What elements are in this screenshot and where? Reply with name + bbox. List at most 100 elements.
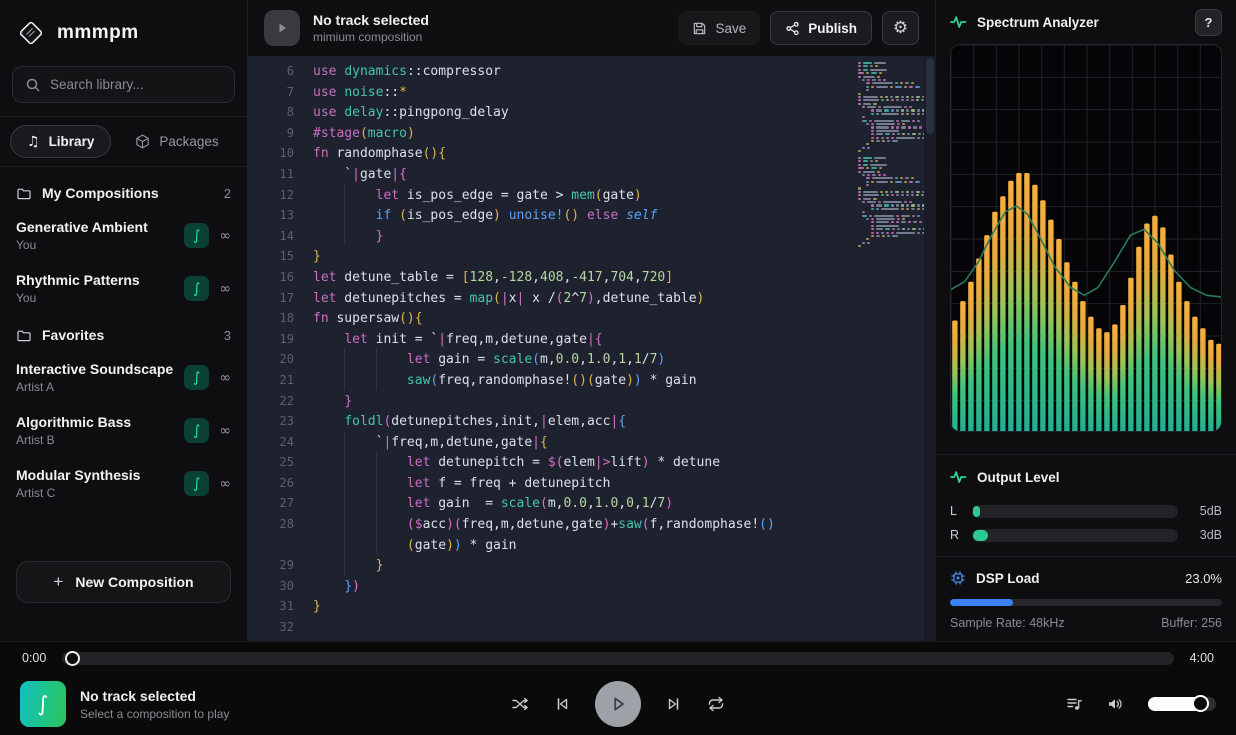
save-label: Save xyxy=(715,21,746,36)
channel-label: R xyxy=(950,528,962,542)
code-line[interactable]: 24 `|freq,m,detune,gate|{ xyxy=(248,431,935,452)
line-number: 11 xyxy=(248,164,294,185)
preview-play-button[interactable] xyxy=(264,10,300,46)
composition-item[interactable]: Algorithmic BassArtist B∫∞ xyxy=(0,404,247,457)
code-text: use noise::* xyxy=(313,85,407,100)
publish-button[interactable]: Publish xyxy=(770,11,872,45)
sample-rate-label: Sample Rate: 48kHz xyxy=(950,616,1065,630)
save-icon xyxy=(692,21,707,36)
code-line[interactable]: 28 ($acc)(freq,m,detune,gate)+saw(f,rand… xyxy=(248,513,935,534)
queue-button[interactable] xyxy=(1066,696,1083,712)
search-icon xyxy=(25,77,41,93)
tab-library[interactable]: ♫ Library xyxy=(10,125,111,158)
code-line[interactable]: 14 } xyxy=(248,225,935,246)
code-line[interactable]: 31} xyxy=(248,595,935,616)
code-line[interactable]: 13 if (is_pos_edge) unoise!() else self xyxy=(248,204,935,225)
composition-title: Generative Ambient xyxy=(16,219,184,235)
composition-item[interactable]: Interactive SoundscapeArtist A∫∞ xyxy=(0,351,247,404)
indent-guide xyxy=(376,451,377,472)
code-line[interactable]: 29 } xyxy=(248,554,935,575)
mimium-badge-icon: ∫ xyxy=(184,418,209,443)
new-composition-button[interactable]: + New Composition xyxy=(16,561,231,603)
new-composition-label: New Composition xyxy=(75,574,193,590)
next-button[interactable] xyxy=(666,696,682,712)
line-number: 8 xyxy=(248,102,294,123)
code-line[interactable]: 11 `|gate|{ xyxy=(248,163,935,184)
help-button[interactable]: ? xyxy=(1195,9,1222,36)
main-area: mmmpm ♫ Library xyxy=(0,0,1236,641)
code-line[interactable]: 19 let init = `|freq,m,detune,gate|{ xyxy=(248,328,935,349)
code-line[interactable]: 21 saw(freq,randomphase!()(gate)) * gain xyxy=(248,369,935,390)
code-text: } xyxy=(313,599,321,614)
indent-guide xyxy=(344,513,345,534)
total-time: 4:00 xyxy=(1184,651,1214,665)
composition-item[interactable]: Modular SynthesisArtist C∫∞ xyxy=(0,457,247,510)
code-line[interactable]: 8 use delay::pingpong_delay xyxy=(248,101,935,122)
section-title: Favorites xyxy=(42,327,214,343)
code-line[interactable]: 18fn supersaw(){ xyxy=(248,307,935,328)
code-line[interactable]: 10fn randomphase(){ xyxy=(248,142,935,163)
code-line[interactable]: 22 } xyxy=(248,390,935,411)
volume-knob[interactable] xyxy=(1192,695,1209,712)
indent-guide xyxy=(376,369,377,390)
buffer-label: Buffer: 256 xyxy=(1161,616,1222,630)
code-line[interactable]: 17let detunepitches = map(|x| x /(2^7),d… xyxy=(248,287,935,308)
code-line[interactable]: 25 let detunepitch = $(elem|>lift) * det… xyxy=(248,451,935,472)
search-box[interactable] xyxy=(12,66,235,103)
code-text: } xyxy=(313,249,321,264)
code-line[interactable]: 12 let is_pos_edge = gate > mem(gate) xyxy=(248,184,935,205)
settings-button[interactable]: ⚙ xyxy=(882,11,919,45)
code-text: let init = `|freq,m,detune,gate|{ xyxy=(313,332,603,347)
infinity-icon: ∞ xyxy=(219,370,231,386)
composition-author: Artist C xyxy=(16,486,184,500)
shuffle-button[interactable] xyxy=(511,696,529,712)
repeat-button[interactable] xyxy=(707,696,725,712)
seek-knob[interactable] xyxy=(65,651,80,666)
code-text: if (is_pos_edge) unoise!() else self xyxy=(313,208,657,223)
editor-minimap[interactable] xyxy=(858,62,922,252)
code-line[interactable]: 9#stage(macro) xyxy=(248,122,935,143)
tab-packages[interactable]: Packages xyxy=(119,125,234,158)
code-line[interactable]: 6use dynamics::compressor xyxy=(248,60,935,81)
integral-glyph: ∫ xyxy=(38,692,49,716)
composition-item[interactable]: Generative AmbientYou∫∞ xyxy=(0,209,247,262)
code-line[interactable]: 23 foldl(detunepitches,init,|elem,acc|{ xyxy=(248,410,935,431)
code-line[interactable]: 15} xyxy=(248,245,935,266)
previous-icon xyxy=(554,696,570,712)
code-line[interactable]: 30 }) xyxy=(248,575,935,596)
composition-item[interactable]: Rhythmic PatternsYou∫∞ xyxy=(0,262,247,315)
search-input[interactable] xyxy=(50,77,227,92)
previous-button[interactable] xyxy=(554,696,570,712)
output-level-title: Output Level xyxy=(977,470,1060,485)
seek-bar[interactable] xyxy=(62,652,1174,665)
code-line[interactable]: (gate)) * gain xyxy=(248,534,935,555)
play-button[interactable] xyxy=(595,681,641,727)
editor-scrollbar[interactable] xyxy=(924,56,935,641)
dsp-footer: Sample Rate: 48kHz Buffer: 256 xyxy=(936,606,1236,630)
code-editor[interactable]: 6use dynamics::compressor7use noise::*8 u… xyxy=(248,56,935,641)
indent-guide xyxy=(376,513,377,534)
scrollbar-thumb[interactable] xyxy=(926,58,934,134)
code-line[interactable]: 7use noise::* xyxy=(248,81,935,102)
code-line[interactable]: 27 let gain = scale(m,0.0,1.0,0,1/7) xyxy=(248,492,935,513)
indent-guide xyxy=(344,451,345,472)
code-text: use delay::pingpong_delay xyxy=(313,105,509,120)
code-text: let is_pos_edge = gate > mem(gate) xyxy=(313,188,642,203)
code-line[interactable]: 26 let f = freq + detunepitch xyxy=(248,472,935,493)
activity-icon xyxy=(950,469,967,485)
line-number: 18 xyxy=(248,308,294,329)
code-line[interactable]: 20 let gain = scale(m,0.0,1.0,1,1/7) xyxy=(248,348,935,369)
code-text: `|gate|{ xyxy=(313,167,407,182)
player-track-info: No track selected Select a composition t… xyxy=(80,688,229,721)
code-line[interactable]: 16let detune_table = [128,-128,408,-417,… xyxy=(248,266,935,287)
line-number: 25 xyxy=(248,452,294,473)
code-text: ($acc)(freq,m,detune,gate)+saw(f,randomp… xyxy=(313,517,775,532)
spectrum-analyzer xyxy=(950,44,1222,432)
save-button[interactable]: Save xyxy=(678,11,760,45)
channel-label: L xyxy=(950,504,962,518)
volume-slider[interactable] xyxy=(1148,697,1216,711)
code-line[interactable]: 32 xyxy=(248,616,935,637)
infinity-icon: ∞ xyxy=(219,281,231,297)
volume-button[interactable] xyxy=(1107,696,1124,712)
code-text: let detunepitch = $(elem|>lift) * detune xyxy=(313,455,720,470)
